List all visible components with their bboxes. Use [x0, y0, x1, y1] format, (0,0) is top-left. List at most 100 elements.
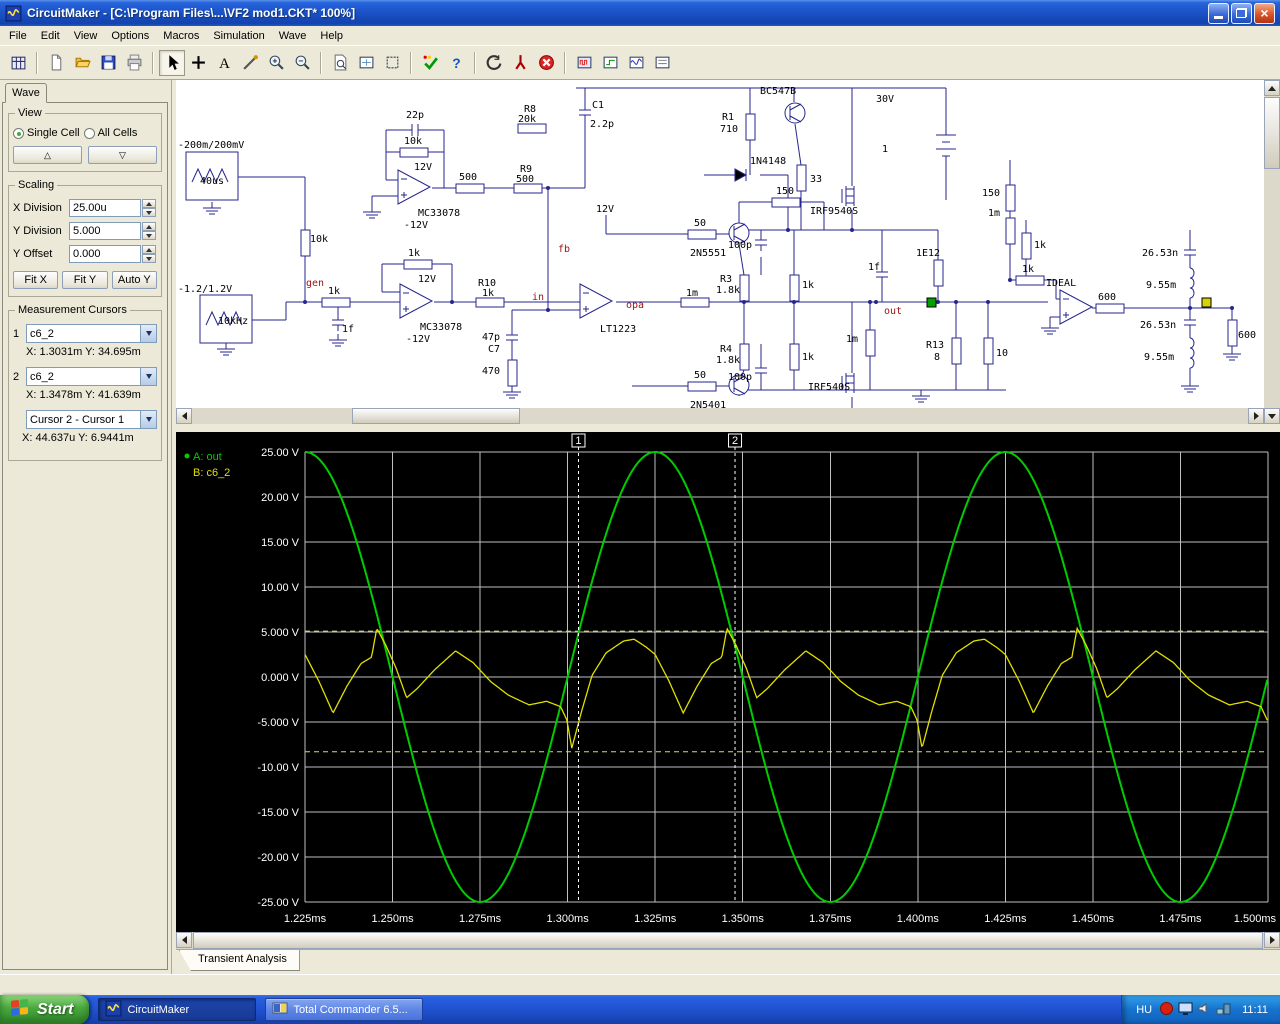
waveform-viewer[interactable]: 25.00 V 20.00 V 15.00 V 10.00 V 5.000 V 0.000…	[176, 432, 1280, 932]
reset-button[interactable]	[481, 50, 507, 76]
menu-wave[interactable]: Wave	[272, 27, 314, 45]
start-button[interactable]: Start	[0, 995, 90, 1024]
cap-v-symbol[interactable]	[755, 362, 767, 379]
y-offset-input[interactable]	[69, 245, 141, 263]
res-v-symbol[interactable]	[507, 359, 518, 387]
run-simulation-button[interactable]	[417, 50, 443, 76]
x-division-up-button[interactable]	[142, 199, 156, 208]
opamp-symbol[interactable]	[399, 283, 434, 319]
res-v-symbol[interactable]	[739, 343, 750, 371]
diode-h-symbol[interactable]	[734, 168, 748, 182]
text-tool-button[interactable]: A	[211, 50, 237, 76]
fit-window-button[interactable]	[353, 50, 379, 76]
res-h-symbol[interactable]	[687, 229, 717, 240]
menu-options[interactable]: Options	[104, 27, 156, 45]
digital-display-button[interactable]	[571, 50, 597, 76]
res-h-symbol[interactable]	[517, 123, 547, 134]
probe-marker[interactable]	[926, 297, 937, 308]
res-v-symbol[interactable]	[983, 337, 994, 365]
tray-display-icon[interactable]	[1178, 1001, 1193, 1019]
y-offset-down-button[interactable]	[142, 254, 156, 263]
res-v-symbol[interactable]	[745, 113, 756, 141]
wave-previous-button[interactable]: △	[13, 146, 82, 164]
cursor-1-combo-arrow-icon[interactable]	[140, 325, 156, 342]
scroll-thumb[interactable]	[352, 408, 520, 424]
y-division-input[interactable]	[69, 222, 141, 240]
open-file-button[interactable]	[69, 50, 95, 76]
res-h-symbol[interactable]	[403, 259, 433, 270]
x-division-down-button[interactable]	[142, 208, 156, 217]
cap-v-symbol[interactable]	[1184, 314, 1196, 331]
res-h-symbol[interactable]	[321, 297, 351, 308]
opamp-symbol[interactable]	[1059, 289, 1094, 325]
taskbar-item-circuitmaker[interactable]: CircuitMaker	[98, 998, 257, 1021]
res-v-symbol[interactable]	[1227, 319, 1238, 347]
schematic-horizontal-scrollbar[interactable]	[176, 408, 1264, 424]
res-h-symbol[interactable]	[475, 297, 505, 308]
tray-agent-icon[interactable]	[1159, 1001, 1174, 1019]
title-bar[interactable]: CircuitMaker - [C:\Program Files\...\VF2…	[0, 0, 1280, 26]
menu-file[interactable]: File	[2, 27, 34, 45]
res-h-symbol[interactable]	[687, 381, 717, 392]
probe-tool-button[interactable]	[507, 50, 533, 76]
res-v-symbol[interactable]	[796, 164, 807, 192]
zoom-in-button[interactable]	[263, 50, 289, 76]
x-division-input[interactable]	[69, 199, 141, 217]
res-h-symbol[interactable]	[1015, 275, 1045, 286]
minimize-button[interactable]	[1208, 2, 1229, 24]
y-offset-up-button[interactable]	[142, 245, 156, 254]
menu-help[interactable]: Help	[313, 27, 350, 45]
cursor-2-signal-combo[interactable]: c6_2	[26, 367, 157, 386]
scroll-down-button[interactable]	[1264, 408, 1280, 424]
search-sheet-button[interactable]	[327, 50, 353, 76]
res-v-symbol[interactable]	[300, 229, 311, 257]
res-v-symbol[interactable]	[739, 274, 750, 302]
select-arrow-button[interactable]	[159, 49, 185, 76]
cursor-delta-combo-arrow-icon[interactable]	[140, 411, 156, 428]
opamp-symbol[interactable]	[397, 169, 432, 205]
logic-switch-button[interactable]	[597, 50, 623, 76]
fit-x-button[interactable]: Fit X	[13, 271, 59, 289]
res-v-symbol[interactable]	[1021, 232, 1032, 260]
place-part-button[interactable]	[185, 50, 211, 76]
tray-volume-icon[interactable]	[1197, 1001, 1212, 1019]
res-h-symbol[interactable]	[1095, 303, 1125, 314]
cap-v-symbol[interactable]	[755, 234, 767, 251]
menu-view[interactable]: View	[67, 27, 105, 45]
cursor-delta-combo[interactable]: Cursor 2 - Cursor 1	[26, 410, 157, 429]
scroll-left-button[interactable]	[176, 932, 192, 948]
taskbar-item-total-commander[interactable]: Total Commander 6.5...	[265, 998, 424, 1021]
scroll-thumb[interactable]	[1264, 97, 1280, 169]
res-h-symbol[interactable]	[680, 297, 710, 308]
res-v-symbol[interactable]	[951, 337, 962, 365]
tab-wave[interactable]: Wave	[5, 83, 47, 103]
scroll-right-button[interactable]	[1264, 932, 1280, 948]
zoom-area-button[interactable]	[379, 50, 405, 76]
res-v-symbol[interactable]	[1005, 217, 1016, 245]
cursor-1-signal-combo[interactable]: c6_2	[26, 324, 157, 343]
res-h-symbol[interactable]	[455, 183, 485, 194]
new-file-button[interactable]	[43, 50, 69, 76]
probe-marker[interactable]	[1201, 297, 1212, 308]
restore-button[interactable]	[1231, 2, 1252, 24]
battery-symbol[interactable]	[936, 134, 956, 157]
radio-all-cells[interactable]: All Cells	[83, 127, 137, 139]
menu-macros[interactable]: Macros	[156, 27, 206, 45]
radio-single-cell-control[interactable]	[13, 127, 24, 139]
cursor-2-combo-arrow-icon[interactable]	[140, 368, 156, 385]
save-file-button[interactable]	[95, 50, 121, 76]
cap-v-symbol[interactable]	[506, 329, 518, 346]
cap-v-symbol[interactable]	[1184, 244, 1196, 261]
tray-network-icon[interactable]	[1216, 1001, 1231, 1019]
res-v-symbol[interactable]	[789, 274, 800, 302]
opamp-symbol[interactable]	[579, 283, 614, 319]
menu-edit[interactable]: Edit	[34, 27, 67, 45]
schematic-vertical-scrollbar[interactable]	[1264, 80, 1280, 424]
tab-transient-analysis[interactable]: Transient Analysis	[179, 950, 300, 971]
scroll-right-button[interactable]	[1248, 408, 1264, 424]
help-button[interactable]: ?	[443, 50, 469, 76]
radio-single-cell[interactable]: Single Cell	[13, 127, 80, 139]
close-button[interactable]: ×	[1254, 2, 1275, 24]
fit-y-button[interactable]: Fit Y	[62, 271, 108, 289]
res-v-symbol[interactable]	[865, 329, 876, 357]
